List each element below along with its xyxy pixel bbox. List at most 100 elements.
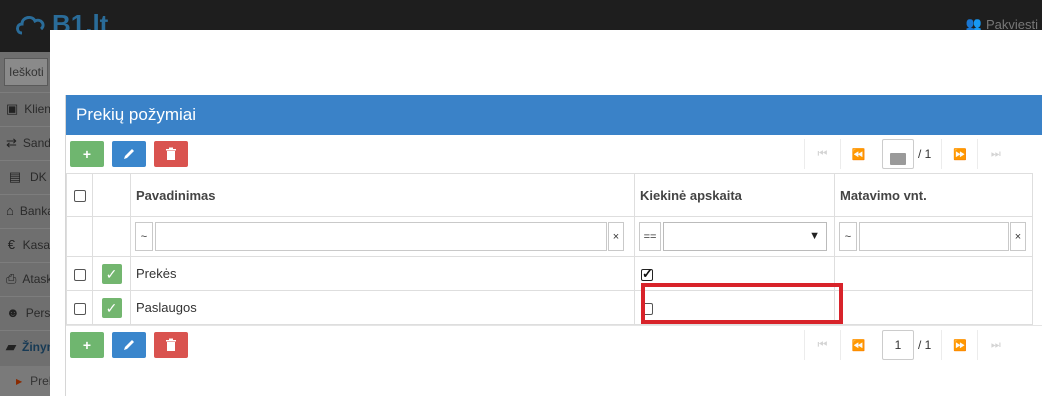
attributes-table: Pavadinimas Kiekinė apskaita Matavimo vn… [66,173,1033,325]
status-header [92,173,131,217]
active-check-icon: ✓ [101,297,122,318]
name-filter-operator[interactable]: ~ [135,222,153,251]
sidebar-item-label: Kasa [22,237,50,252]
sidebar-item-label: DK [30,169,47,184]
sidebar-item-dk[interactable]: ▤ DK [0,160,50,192]
filter-kiekine-cell: == ▼ [634,216,835,257]
next-page-button[interactable]: ⏩ [941,139,977,169]
print-icon: ⎙ [6,270,17,286]
column-header-name[interactable]: Pavadinimas [130,173,635,217]
prev-page-icon: ⏪ [851,339,866,352]
table-header-row: Pavadinimas Kiekinė apskaita Matavimo vn… [66,173,1033,217]
next-page-button[interactable]: ⏩ [941,330,977,360]
kiekine-checkbox-unchecked[interactable] [641,302,653,315]
bottom-pager: ⏮ ⏪ 1 / 1 ⏩ ⏭ [804,330,1013,360]
last-page-button[interactable]: ⏭ [977,139,1013,169]
prev-page-button[interactable]: ⏪ [840,139,876,169]
first-page-button[interactable]: ⏮ [804,330,840,360]
contact-icon: ▣ [6,100,19,116]
prev-page-button[interactable]: ⏪ [840,330,876,360]
sidebar-item-ataskaitos[interactable]: ⎙ Ataskaitos [0,262,50,294]
edit-button[interactable] [112,141,146,167]
caret-right-icon: ▶ [16,376,23,386]
matavimo-filter-clear-button[interactable]: × [1010,222,1026,251]
sidebar-item-klientai[interactable]: ▣ Klientai [0,92,50,124]
row-checkbox[interactable] [73,302,86,315]
next-page-icon: ⏩ [952,148,967,161]
book-icon: ▤ [8,168,22,184]
last-page-button[interactable]: ⏭ [977,330,1013,360]
kiekine-checkbox-checked[interactable] [641,266,653,282]
sidebar-item-label: Žinynai [22,339,50,354]
row-select-cell [66,256,93,291]
first-page-icon: ⏮ [817,338,828,351]
matavimo-filter-input[interactable] [859,222,1009,251]
top-pager: ⏮ ⏪ / 1 ⏩ ⏭ [804,139,1013,169]
sidebar-item-bankas[interactable]: ⌂ Bankas [0,194,50,226]
row-status-cell: ✓ [92,256,131,291]
cloud-icon [16,15,45,35]
row-kiekine-cell [634,256,835,291]
sidebar-item-personalas[interactable]: ☻ Personalas [0,296,50,328]
trash-icon [166,147,176,160]
matavimo-filter-operator[interactable]: ~ [839,222,857,251]
first-page-icon: ⏮ [817,147,828,160]
name-filter-input[interactable] [155,222,607,251]
bottom-toolbar: + ⏮ ⏪ 1 / 1 ⏩ ⏭ [66,325,1042,363]
users-icon: ☻ [6,305,20,320]
sidebar-subitem-label: Prekės [30,374,50,388]
row-status-cell: ✓ [92,290,131,325]
kiekine-filter-operator[interactable]: == [639,222,661,251]
column-header-kiekine[interactable]: Kiekinė apskaita [634,173,835,217]
attributes-panel: Prekių požymiai + ⏮ ⏪ / 1 ⏩ ⏭ Pavadinima… [65,95,1042,396]
sidebar-item-sandoriai[interactable]: ⇄ Sandoriai [0,126,50,158]
pencil-icon [124,340,134,350]
sidebar-search-input[interactable]: Ieškoti [4,58,48,86]
loading-dots-icon [890,152,906,165]
select-all-cell [66,173,93,217]
table-row[interactable]: ✓ Paslaugos [66,290,1033,325]
page-input[interactable] [882,139,914,169]
kiekine-filter-select[interactable]: ▼ [663,222,827,251]
filter-empty-cell [92,216,131,257]
sidebar-item-kasa[interactable]: € Kasa [0,228,50,260]
modal-dialog: Prekių požymiai + ⏮ ⏪ / 1 ⏩ ⏭ Pavadinima… [50,30,1042,396]
last-page-icon: ⏭ [990,338,1001,351]
next-page-icon: ⏩ [952,339,967,352]
row-name: Prekės [130,256,635,291]
add-button[interactable]: + [70,141,104,167]
sidebar-item-label: Personalas [25,305,50,320]
trash-icon [166,338,176,351]
column-header-matavimo[interactable]: Matavimo vnt. [834,173,1033,217]
row-checkbox[interactable] [73,268,86,281]
bank-icon: ⌂ [6,203,14,218]
row-select-cell [66,290,93,325]
table-row[interactable]: ✓ Prekės [66,256,1033,291]
page-total: / 1 [918,338,932,352]
sidebar-item-label: Bankas [19,203,50,218]
sidebar-item-label: Ataskaitos [22,271,50,286]
delete-button-bottom[interactable] [154,332,188,358]
row-matavimo-cell [834,256,1033,291]
panel-title: Prekių požymiai [66,95,1042,135]
select-all-checkbox[interactable] [73,190,86,203]
row-name: Paslaugos [130,290,635,325]
top-toolbar: + ⏮ ⏪ / 1 ⏩ ⏭ [66,135,1042,173]
page-input[interactable]: 1 [882,330,914,360]
last-page-icon: ⏭ [990,147,1001,160]
active-check-icon: ✓ [101,263,122,284]
pencil-icon [124,149,134,159]
first-page-button[interactable]: ⏮ [804,139,840,169]
exchange-icon: ⇄ [6,134,17,150]
name-filter-clear-button[interactable]: × [608,222,624,251]
filter-empty-cell [66,216,93,257]
add-button-bottom[interactable]: + [70,332,104,358]
page-total: / 1 [918,147,932,161]
prev-page-icon: ⏪ [851,148,866,161]
sidebar-item-zinynai[interactable]: ▰ Žinynai [0,330,50,362]
sidebar-item-label: Klientai [24,101,50,116]
edit-button-bottom[interactable] [112,332,146,358]
delete-button[interactable] [154,141,188,167]
sidebar-subitem-prekes[interactable]: ▶ Prekės [0,366,50,396]
folder-open-icon: ▰ [6,338,16,354]
